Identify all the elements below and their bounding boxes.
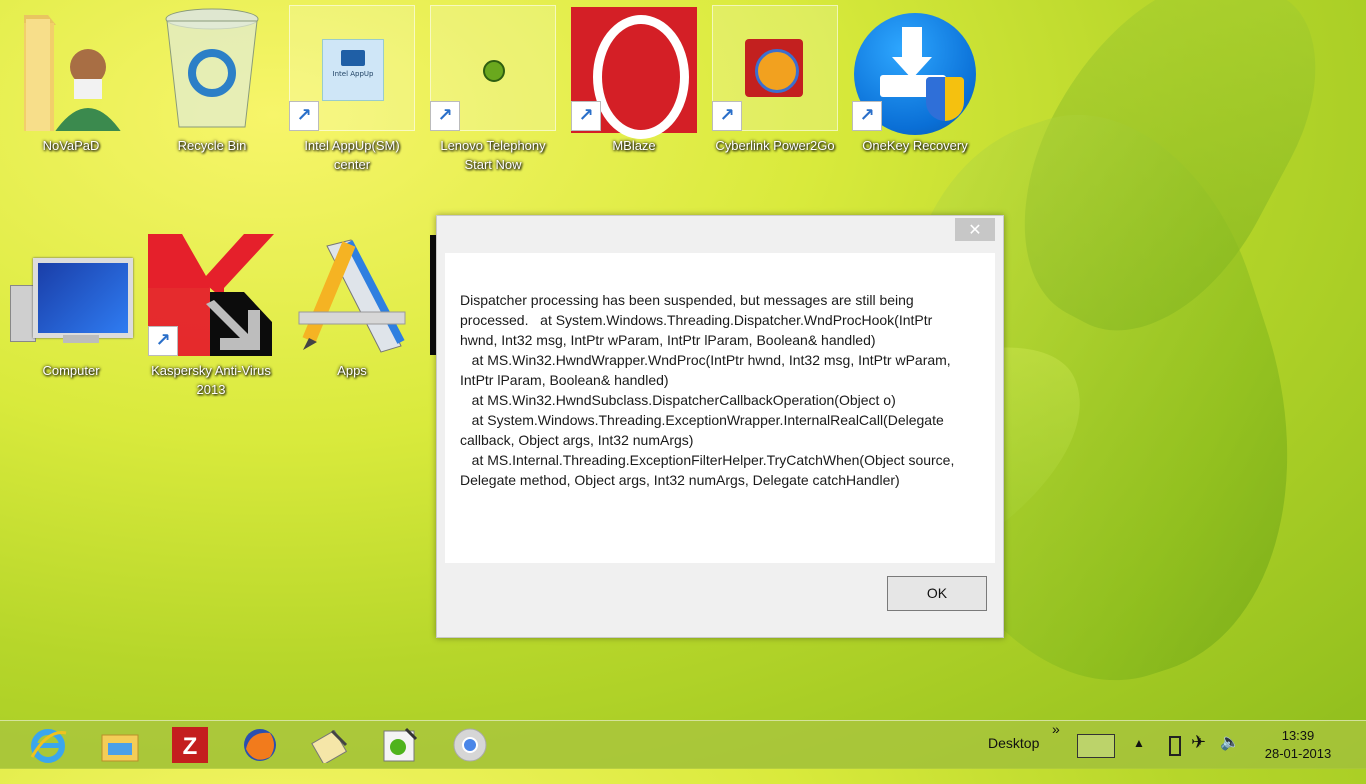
filezilla-icon[interactable]: Z — [170, 727, 210, 763]
battery-icon[interactable] — [1169, 736, 1181, 756]
error-message: Dispatcher processing has been suspended… — [460, 292, 955, 488]
icon-recycle-bin[interactable]: Recycle Bin — [149, 5, 275, 155]
notepad-plus-icon[interactable] — [310, 727, 350, 766]
icon-label: MBlaze — [612, 138, 656, 153]
icon-lenovo-telephony[interactable]: ↗ Lenovo Telephony Start Now — [430, 5, 556, 174]
icon-label: Recycle Bin — [177, 138, 247, 153]
show-hidden-icons-icon[interactable]: ▲ — [1133, 736, 1145, 784]
icon-label: Apps — [337, 363, 367, 378]
firefox-icon[interactable] — [240, 727, 280, 763]
volume-icon[interactable]: 🔈 — [1220, 732, 1240, 780]
icon-novapad[interactable]: NoVaPaD — [8, 5, 134, 155]
phone-icon — [483, 60, 505, 82]
icon-label: Computer — [42, 363, 100, 378]
file-explorer-icon[interactable] — [100, 727, 140, 763]
icon-label: Intel AppUp(SM) center — [304, 138, 400, 172]
icon-intel-appup[interactable]: Intel AppUp ↗ Intel AppUp(SM) center — [289, 5, 415, 174]
shortcut-arrow-icon: ↗ — [852, 101, 882, 131]
bag-icon — [341, 50, 365, 66]
icon-label: Cyberlink Power2Go — [715, 138, 835, 153]
keyboard-icon[interactable] — [1077, 734, 1115, 758]
folder-user-icon — [24, 15, 122, 135]
icon-mblaze[interactable]: ↗ MBlaze — [571, 5, 697, 155]
icon-computer[interactable]: Computer — [8, 230, 134, 380]
shortcut-arrow-icon: ↗ — [712, 101, 742, 131]
apps-pencil-icon — [298, 239, 406, 353]
cyberlink-icon — [745, 39, 803, 97]
intel-appup-icon: Intel AppUp — [322, 39, 384, 101]
icon-onekey-recovery[interactable]: ↗ OneKey Recovery — [852, 5, 978, 155]
airplane-mode-icon[interactable]: ✈ — [1191, 732, 1206, 780]
icon-apps[interactable]: Apps — [289, 230, 415, 380]
shortcut-arrow-icon: ↗ — [289, 101, 319, 131]
icon-label: OneKey Recovery — [862, 138, 968, 153]
svg-text:Z: Z — [183, 733, 198, 760]
monitor-icon — [33, 258, 133, 338]
icon-cyberlink[interactable]: ↗ Cyberlink Power2Go — [712, 5, 838, 155]
taskbar: Z Desktop » ▲ ✈ 🔈 13:39 28-01-2013 — [0, 720, 1366, 769]
icon-kaspersky[interactable]: ↗ Kaspersky Anti-Virus 2013 — [148, 230, 274, 399]
toolbar-chevron[interactable]: » — [1052, 721, 1060, 769]
error-dialog: ✕ Dispatcher processing has been suspend… — [436, 215, 1004, 638]
shortcut-arrow-icon: ↗ — [148, 326, 178, 356]
icon-label: Kaspersky Anti-Virus 2013 — [151, 363, 271, 397]
shortcut-arrow-icon: ↗ — [430, 101, 460, 131]
dialog-content-area: Dispatcher processing has been suspended… — [445, 253, 995, 563]
icon-label: Lenovo Telephony Start Now — [440, 138, 546, 172]
recycle-bin-icon — [165, 8, 259, 128]
internet-explorer-icon[interactable] — [28, 727, 68, 763]
desktop-toolbar-label[interactable]: Desktop — [988, 735, 1039, 783]
intel-tile-text: Intel AppUp — [332, 70, 374, 78]
clock-date: 28-01-2013 — [1264, 746, 1332, 761]
pad-icon[interactable] — [380, 727, 420, 763]
chrome-icon[interactable] — [450, 727, 490, 763]
icon-label: NoVaPaD — [42, 138, 100, 153]
ok-button[interactable]: OK — [887, 576, 987, 611]
dialog-titlebar[interactable] — [437, 216, 1003, 253]
clock-time: 13:39 — [1281, 728, 1315, 743]
close-button[interactable]: ✕ — [955, 218, 995, 241]
shortcut-arrow-icon: ↗ — [571, 101, 601, 131]
